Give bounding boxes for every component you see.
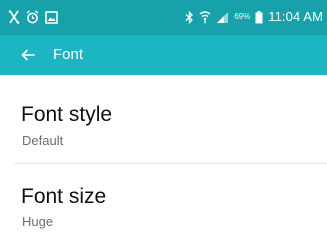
setting-title: Font style bbox=[21, 103, 113, 126]
system-icons: 69% 11:04 AM bbox=[185, 8, 323, 26]
wifi-icon bbox=[199, 10, 211, 24]
status-time: 11:04 AM bbox=[268, 9, 323, 24]
page-title: Font bbox=[53, 46, 84, 63]
battery-icon bbox=[255, 10, 263, 24]
setting-value: Default bbox=[22, 133, 64, 148]
signal-icon bbox=[216, 11, 229, 24]
setting-title: Font size bbox=[21, 185, 107, 208]
font-settings-screen: 69% 11:04 AM Font Font style Default Fon… bbox=[0, 0, 327, 243]
usb-icon bbox=[8, 10, 20, 24]
alarm-icon bbox=[26, 10, 39, 24]
bluetooth-icon bbox=[185, 10, 194, 24]
arrow-back-icon bbox=[21, 49, 35, 61]
image-notification-icon bbox=[45, 10, 58, 24]
battery-percent: 69% bbox=[234, 12, 251, 21]
setting-value: Huge bbox=[22, 214, 54, 229]
notification-icons bbox=[8, 8, 58, 26]
font-style-setting[interactable]: Font style Default bbox=[0, 75, 327, 163]
back-button[interactable] bbox=[18, 45, 38, 65]
font-size-setting[interactable]: Font size Huge bbox=[0, 164, 327, 243]
status-bar: 69% 11:04 AM bbox=[0, 0, 327, 35]
action-bar: Font bbox=[0, 35, 327, 75]
